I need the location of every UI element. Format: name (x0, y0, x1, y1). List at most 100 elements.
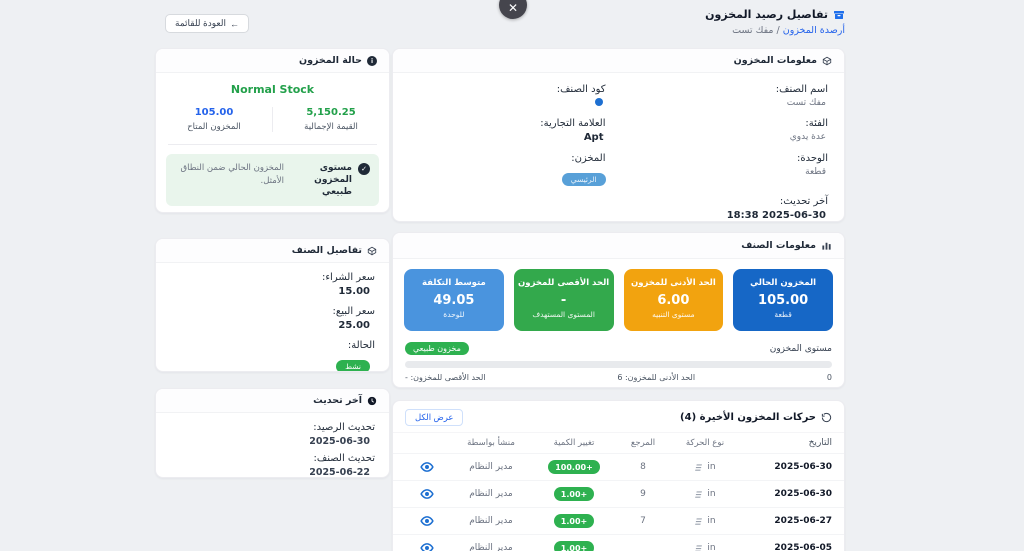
warehouse-badge: الرئيسي (561, 173, 606, 186)
min-stock-title: الحد الأدنى للمخزون (630, 278, 716, 288)
last-update-value: 2025-06-30 18:38 (726, 210, 826, 221)
row-type-text: in (707, 462, 716, 472)
history-icon (821, 412, 832, 423)
max-stock-title: الحد الأقصى للمخزون (518, 278, 610, 288)
item-update-value: 2025-06-22 (309, 467, 370, 478)
eye-icon (419, 460, 434, 474)
movements-header: حركات المخزون الأخيرة (4) عرض الكل (393, 401, 844, 433)
sale-price-field: سعر البيع: 25.00 (156, 306, 389, 331)
row-date: 2025-06-27 (774, 516, 832, 526)
movement-in-icon (694, 517, 703, 526)
row-by: مدير النظام (469, 543, 513, 551)
row-ref: 7 (640, 516, 646, 526)
available-stock-label: المخزون المتاح (187, 122, 241, 132)
max-stock-box: الحد الأقصى للمخزون - المستوى المستهدف (513, 269, 614, 331)
status-badge: نشط (336, 360, 370, 371)
avg-cost-box: متوسط التكلفة 49.05 للوحدة (404, 269, 504, 331)
item-details-card: تفاصيل الصنف سعر الشراء: 15.00 سعر البيع… (155, 238, 390, 372)
close-button[interactable]: ✕ (499, 0, 527, 19)
box-icon (822, 56, 832, 66)
table-row: 2025-06-30 in 9 +1.00 مدير النظام (393, 480, 844, 507)
table-row: 2025-06-05 in +1.00 مدير النظام (393, 534, 844, 551)
movement-in-icon (694, 463, 703, 472)
note-text: المخزون الحالي ضمن النطاق الأمثل. (180, 163, 284, 186)
unit-label: الوحدة: (796, 153, 828, 164)
row-qty: +100.00 (532, 460, 616, 474)
brand-label: العلامة التجارية: (540, 118, 606, 129)
page-title: تفاصيل رصيد المخزون (705, 8, 845, 21)
col-type: نوع الحركة (685, 438, 725, 448)
purchase-price-field: سعر الشراء: 15.00 (156, 272, 389, 297)
breadcrumb-separator: / (776, 25, 780, 36)
row-qty: +1.00 (532, 541, 616, 551)
info-circle-icon: i (367, 56, 377, 66)
row-date: 2025-06-30 (774, 489, 832, 499)
stock-status-header: i حالة المخزون (156, 49, 389, 73)
category-value: عدة يدوي (789, 132, 826, 142)
view-movement-button[interactable] (403, 541, 450, 551)
view-movement-button[interactable] (403, 514, 450, 528)
row-by: مدير النظام (469, 462, 513, 472)
box-icon (367, 246, 377, 256)
stock-level-label: مستوى المخزون (769, 343, 832, 354)
status-stats: 5,150.25 القيمة الإجمالية 105.00 المخزون… (156, 107, 389, 132)
last-update-field: آخر تحديث: 2025-06-30 18:38 (632, 196, 828, 221)
item-code-label: كود الصنف: (556, 84, 606, 95)
view-all-button[interactable]: عرض الكل (405, 409, 464, 426)
row-qty: +1.00 (532, 487, 616, 501)
available-stock: 105.00 (194, 107, 234, 118)
row-type-text: in (707, 543, 716, 551)
clock-icon (367, 396, 377, 406)
stock-level-row: مستوى المخزون مخزون طبيعي (405, 342, 832, 355)
page-header: تفاصيل رصيد المخزون أرصدة المخزون / مفك … (705, 8, 845, 36)
back-to-list-button[interactable]: ← العودة للقائمة (165, 14, 250, 33)
scale-max: الحد الأقصى للمخزون: - (405, 373, 486, 382)
row-date: 2025-06-30 (774, 462, 832, 472)
current-stock-box: المخزون الحالي 105.00 قطعة (733, 269, 833, 331)
brand-field: العلامة التجارية: Apt (409, 118, 606, 143)
min-stock-box: الحد الأدنى للمخزون 6.00 مستوى التنبيه (623, 269, 724, 331)
row-type: in (670, 462, 740, 472)
status-label: الحالة: (347, 340, 375, 351)
check-circle-icon: ✓ (358, 163, 370, 175)
avg-cost-value: 49.05 (433, 293, 475, 308)
row-date: 2025-06-05 (774, 543, 832, 551)
purchase-price-label: سعر الشراء: (321, 272, 375, 283)
table-row: 2025-06-30 in 8 +100.00 مدير النظام (393, 453, 844, 480)
total-value-stat: 5,150.25 القيمة الإجمالية (272, 107, 389, 132)
breadcrumb-parent-link[interactable]: أرصدة المخزون (783, 25, 845, 36)
row-ref: 8 (640, 462, 646, 472)
category-field: الفئة: عدة يدوي (632, 118, 828, 143)
avg-cost-sub: للوحدة (443, 310, 465, 319)
min-stock-sub: مستوى التنبيه (652, 310, 695, 319)
status-field: الحالة: نشط (156, 340, 389, 371)
stock-level-badge: مخزون طبيعي (405, 342, 469, 355)
unit-value: قطعة (805, 167, 826, 177)
view-movement-button[interactable] (403, 487, 450, 501)
movements-title: حركات المخزون الأخيرة (4) (680, 412, 816, 423)
warehouse-icon (833, 9, 845, 21)
view-movement-button[interactable] (403, 460, 450, 474)
max-stock-value: - (560, 293, 567, 308)
row-ref: 9 (640, 489, 646, 499)
note-title: مستوى المخزون طبيعي (314, 163, 352, 198)
stock-level-note: ✓ مستوى المخزون طبيعي المخزون الحالي ضمن… (166, 154, 379, 207)
stock-info-title: معلومات المخزون (733, 55, 817, 66)
min-stock-value: 6.00 (657, 293, 690, 308)
bar-chart-icon (821, 240, 832, 251)
item-update-field: تحديث الصنف: 2025-06-22 (156, 453, 389, 478)
divider (168, 144, 377, 145)
qty-badge: +100.00 (548, 460, 600, 474)
side-column: i حالة المخزون Normal Stock 5,150.25 الق… (155, 48, 390, 478)
last-update-title: آخر تحديث (313, 395, 362, 406)
purchase-price-value: 15.00 (338, 286, 370, 297)
item-name-label: اسم الصنف: (775, 84, 828, 95)
item-info-title: معلومات الصنف (741, 240, 816, 251)
warehouse-label: المخزن: (571, 153, 606, 164)
warehouse-field: المخزن: الرئيسي (409, 153, 606, 186)
close-icon: ✕ (507, 1, 519, 15)
sale-price-label: سعر البيع: (332, 306, 375, 317)
category-label: الفئة: (805, 118, 828, 129)
item-update-label: تحديث الصنف: (313, 453, 375, 464)
avg-cost-title: متوسط التكلفة (422, 278, 486, 288)
